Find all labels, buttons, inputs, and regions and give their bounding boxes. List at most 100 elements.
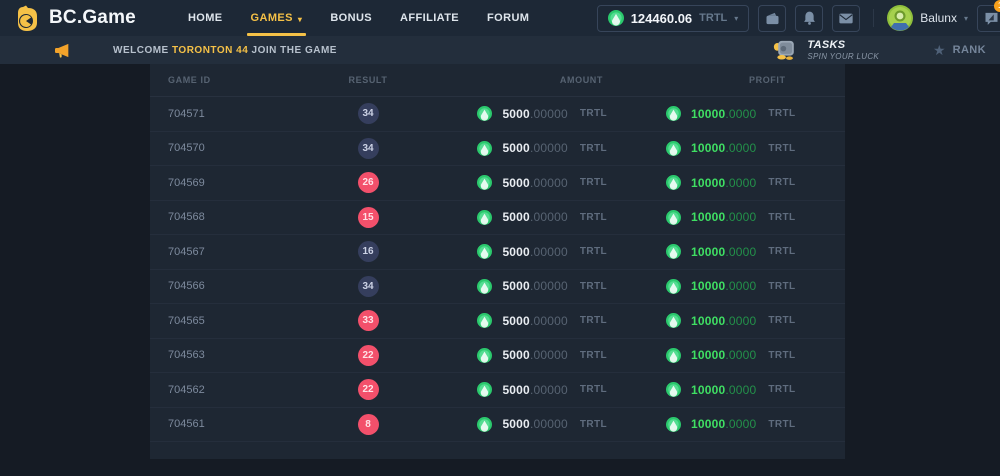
table-row[interactable]: 704567 16 5000.00000 TRTL <box>150 235 845 270</box>
col-header-amount: AMOUNT <box>401 75 611 85</box>
result-badge: 22 <box>358 345 379 366</box>
profit-value: 10000.0000 <box>691 176 756 190</box>
amount-currency: TRTL <box>580 281 607 292</box>
amount-currency: TRTL <box>580 143 607 154</box>
rank-widget[interactable]: ★ RANK <box>933 43 986 57</box>
profit-currency: TRTL <box>768 350 795 361</box>
table-row[interactable]: 704566 34 5000.00000 TRTL <box>150 270 845 305</box>
coin-icon <box>477 417 492 432</box>
amount-cell: 5000.00000 TRTL <box>401 106 611 121</box>
main-content: GAME ID RESULT AMOUNT PROFIT 704571 34 5… <box>0 64 1000 476</box>
bcgame-logo[interactable]: BC.Game <box>14 5 136 32</box>
table-row[interactable]: 704561 8 5000.00000 TRTL <box>150 408 845 443</box>
announcement-bar: WELCOME TORONTON 44 JOIN THE GAME TASKS … <box>0 36 1000 64</box>
nav-games[interactable]: GAMES ▾ <box>237 0 317 36</box>
profit-cell: 10000.0000 TRTL <box>611 244 845 259</box>
profit-currency: TRTL <box>768 143 795 154</box>
result-cell: 33 <box>335 310 401 331</box>
mail-icon <box>839 13 853 24</box>
announcement-left: WELCOME TORONTON 44 JOIN THE GAME <box>54 43 337 58</box>
tasks-widget[interactable]: TASKS SPIN YOUR LUCK <box>773 39 879 61</box>
chat-badge: 10 <box>994 0 1000 12</box>
coin-icon <box>666 417 681 432</box>
amount-value: 5000.00000 <box>502 245 567 259</box>
logo-text: BC.Game <box>49 7 136 29</box>
profit-cell: 10000.0000 TRTL <box>611 175 845 190</box>
amount-cell: 5000.00000 TRTL <box>401 313 611 328</box>
messages-button[interactable] <box>832 5 860 32</box>
bcgame-logo-icon <box>14 5 40 32</box>
amount-cell: 5000.00000 TRTL <box>401 210 611 225</box>
amount-cell: 5000.00000 TRTL <box>401 244 611 259</box>
profit-cell: 10000.0000 TRTL <box>611 210 845 225</box>
table-row[interactable]: 704565 33 5000.00000 TRTL <box>150 304 845 339</box>
coin-icon <box>477 348 492 363</box>
table-row[interactable]: 704571 34 5000.00000 TRTL <box>150 97 845 132</box>
tasks-title: TASKS <box>807 39 879 52</box>
coin-icon <box>608 10 624 26</box>
coin-icon <box>666 382 681 397</box>
coin-icon <box>666 348 681 363</box>
amount-cell: 5000.00000 TRTL <box>401 348 611 363</box>
wallet-icon <box>765 12 780 25</box>
chat-button[interactable]: 10 <box>977 5 1000 32</box>
tasks-icon <box>773 39 799 60</box>
result-badge: 15 <box>358 207 379 228</box>
table-row[interactable]: 704569 26 5000.00000 TRTL <box>150 166 845 201</box>
amount-currency: TRTL <box>580 246 607 257</box>
divider <box>873 9 874 27</box>
game-id: 704568 <box>150 211 335 223</box>
coin-icon <box>666 106 681 121</box>
chevron-down-icon: ▾ <box>734 14 738 23</box>
user-menu[interactable]: Balunx ▾ <box>887 5 968 31</box>
result-cell: 16 <box>335 241 401 262</box>
table-row[interactable]: 704563 22 5000.00000 TRTL <box>150 339 845 374</box>
nav-bonus[interactable]: BONUS <box>316 0 386 36</box>
coin-icon <box>477 106 492 121</box>
chat-icon <box>984 12 999 25</box>
table-row[interactable]: 704568 15 5000.00000 TRTL <box>150 201 845 236</box>
coin-icon <box>477 141 492 156</box>
result-badge: 22 <box>358 379 379 400</box>
game-id: 704569 <box>150 177 335 189</box>
announcement-right: TASKS SPIN YOUR LUCK ★ RANK <box>773 39 986 61</box>
amount-cell: 5000.00000 TRTL <box>401 279 611 294</box>
result-badge: 34 <box>358 103 379 124</box>
table-row[interactable]: 704562 22 5000.00000 TRTL <box>150 373 845 408</box>
profit-value: 10000.0000 <box>691 245 756 259</box>
nav-forum[interactable]: FORUM <box>473 0 543 36</box>
amount-cell: 5000.00000 TRTL <box>401 382 611 397</box>
profit-cell: 10000.0000 TRTL <box>611 279 845 294</box>
bets-panel: GAME ID RESULT AMOUNT PROFIT 704571 34 5… <box>150 64 845 459</box>
table-row[interactable]: 704570 34 5000.00000 TRTL <box>150 132 845 167</box>
game-id: 704563 <box>150 349 335 361</box>
result-badge: 33 <box>358 310 379 331</box>
game-id: 704565 <box>150 315 335 327</box>
table-header: GAME ID RESULT AMOUNT PROFIT <box>150 64 845 97</box>
game-id: 704561 <box>150 418 335 430</box>
profit-cell: 10000.0000 TRTL <box>611 417 845 432</box>
wallet-button[interactable] <box>758 5 786 32</box>
profit-cell: 10000.0000 TRTL <box>611 313 845 328</box>
col-header-game-id: GAME ID <box>150 75 335 85</box>
amount-value: 5000.00000 <box>502 279 567 293</box>
balance-dropdown[interactable]: 124460.06 TRTL ▾ <box>597 5 750 32</box>
game-id: 704567 <box>150 246 335 258</box>
avatar <box>887 5 913 31</box>
coin-icon <box>477 210 492 225</box>
amount-value: 5000.00000 <box>502 314 567 328</box>
result-cell: 34 <box>335 276 401 297</box>
amount-value: 5000.00000 <box>502 348 567 362</box>
amount-value: 5000.00000 <box>502 176 567 190</box>
amount-currency: TRTL <box>580 212 607 223</box>
profit-value: 10000.0000 <box>691 210 756 224</box>
nav-home[interactable]: HOME <box>174 0 237 36</box>
profit-currency: TRTL <box>768 384 795 395</box>
profit-currency: TRTL <box>768 315 795 326</box>
amount-currency: TRTL <box>580 108 607 119</box>
result-badge: 8 <box>358 414 379 435</box>
nav-affiliate[interactable]: AFFILIATE <box>386 0 473 36</box>
notifications-button[interactable] <box>795 5 823 32</box>
profit-value: 10000.0000 <box>691 314 756 328</box>
col-header-profit: PROFIT <box>611 75 845 85</box>
